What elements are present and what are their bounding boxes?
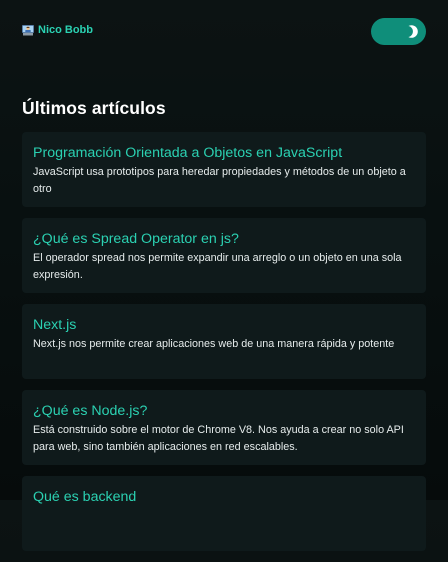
article-title: Qué es backend [33, 489, 137, 505]
article-card[interactable]: ¿Qué es Node.js? Está construido sobre e… [22, 390, 426, 465]
half-moon-icon [401, 23, 420, 40]
brand-link[interactable]: Nico Bobb [22, 24, 93, 36]
article-title: ¿Qué es Node.js? [33, 403, 148, 419]
article-description: Next.js nos permite crear aplicaciones w… [33, 338, 395, 350]
article-description: Está construido sobre el motor de Chrome… [33, 424, 404, 453]
section-title: Últimos artículos [22, 98, 166, 118]
article-card[interactable]: Programación Orientada a Objetos en Java… [22, 132, 426, 207]
article-card[interactable]: ¿Qué es Spread Operator en js? El operad… [22, 218, 426, 293]
technologist-emoji-icon [22, 24, 34, 36]
article-title: ¿Qué es Spread Operator en js? [33, 231, 239, 247]
article-title: Next.js [33, 317, 77, 333]
theme-toggle-button[interactable] [371, 18, 426, 45]
site-header: Nico Bobb [0, 0, 448, 64]
article-description: El operador spread nos permite expandir … [33, 252, 402, 281]
article-description: JavaScript usa prototipos para heredar p… [33, 166, 406, 195]
article-list: Programación Orientada a Objetos en Java… [22, 132, 426, 562]
article-card[interactable]: Next.js Next.js nos permite crear aplica… [22, 304, 426, 379]
brand-label: Nico Bobb [38, 24, 93, 36]
article-title: Programación Orientada a Objetos en Java… [33, 145, 343, 161]
article-card[interactable]: Qué es backend [22, 476, 426, 551]
